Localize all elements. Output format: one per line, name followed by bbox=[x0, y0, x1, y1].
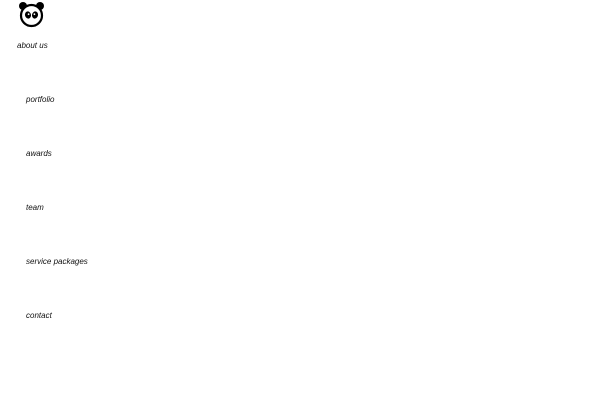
logo-link[interactable] bbox=[18, 1, 45, 28]
nav-link-portfolio[interactable]: portfolio bbox=[26, 95, 54, 105]
nav-link-contact[interactable]: contact bbox=[26, 311, 52, 321]
page: about us portfolio awards team service p… bbox=[0, 0, 600, 400]
nav-link-team[interactable]: team bbox=[26, 203, 44, 213]
panda-icon bbox=[19, 2, 44, 28]
nav-link-awards[interactable]: awards bbox=[26, 149, 52, 159]
nav-link-service-packages[interactable]: service packages bbox=[26, 257, 88, 267]
nav-link-about-us[interactable]: about us bbox=[17, 41, 48, 51]
